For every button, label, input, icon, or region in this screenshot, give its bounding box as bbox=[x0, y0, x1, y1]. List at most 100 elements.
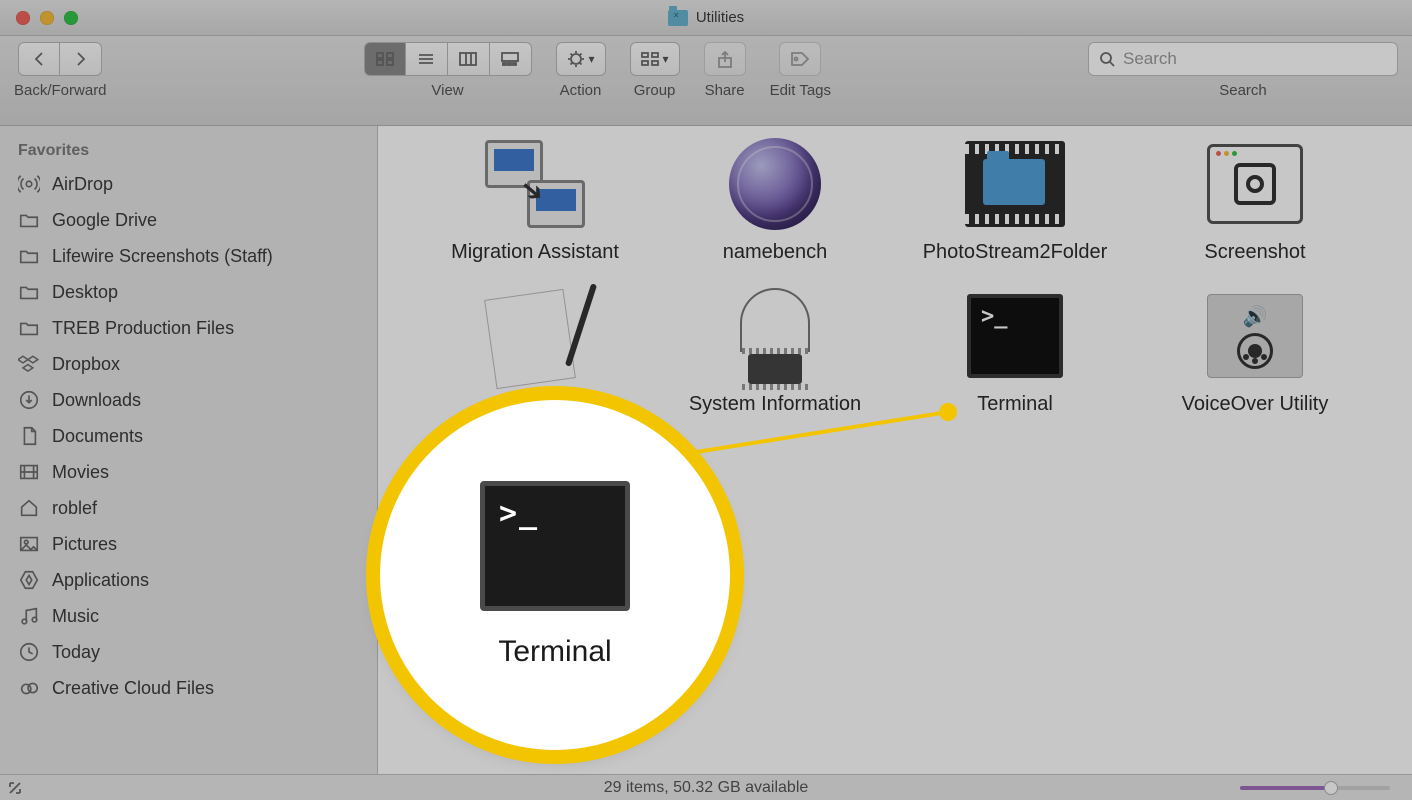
share-group: Share bbox=[704, 42, 746, 99]
sidebar-section-favorites: Favorites bbox=[0, 138, 377, 166]
sidebar-item-pictures[interactable]: Pictures bbox=[0, 526, 377, 562]
voiceover-icon: 🔊 bbox=[1207, 294, 1303, 378]
sidebar-item-desktop[interactable]: Desktop bbox=[0, 274, 377, 310]
sidebar-item-label: Creative Cloud Files bbox=[52, 678, 214, 699]
chevron-down-icon: ▾ bbox=[589, 52, 595, 66]
search-input[interactable] bbox=[1123, 49, 1387, 69]
app-label: System Information bbox=[689, 392, 861, 416]
tags-group: Edit Tags bbox=[770, 42, 831, 99]
window-controls bbox=[0, 11, 78, 25]
search-group: Search bbox=[1088, 42, 1398, 99]
app-label: Terminal bbox=[977, 392, 1053, 416]
zoom-window-button[interactable] bbox=[64, 11, 78, 25]
group-button[interactable]: ▾ bbox=[630, 42, 680, 76]
music-icon bbox=[18, 605, 40, 627]
group-label: Group bbox=[634, 82, 676, 99]
search-field[interactable] bbox=[1088, 42, 1398, 76]
app-label: namebench bbox=[723, 240, 828, 264]
forward-button[interactable] bbox=[60, 42, 102, 76]
app-system-information[interactable]: System Information bbox=[655, 290, 895, 416]
search-icon bbox=[1099, 51, 1115, 67]
app-voiceover-utility[interactable]: 🔊 VoiceOver Utility bbox=[1135, 290, 1375, 416]
sidebar-item-today[interactable]: Today bbox=[0, 634, 377, 670]
share-button[interactable] bbox=[704, 42, 746, 76]
sidebar-item-label: AirDrop bbox=[52, 174, 113, 195]
app-terminal[interactable]: Terminal bbox=[895, 290, 1135, 416]
folder-icon bbox=[18, 317, 40, 339]
action-button[interactable]: ▾ bbox=[556, 42, 606, 76]
sidebar-item-music[interactable]: Music bbox=[0, 598, 377, 634]
terminal-icon bbox=[967, 294, 1063, 378]
movies-icon bbox=[18, 461, 40, 483]
sidebar-item-label: Today bbox=[52, 642, 100, 663]
minimize-window-button[interactable] bbox=[40, 11, 54, 25]
sidebar-item-label: Music bbox=[52, 606, 99, 627]
utilities-folder-icon bbox=[668, 10, 688, 26]
screenshot-icon bbox=[1207, 144, 1303, 224]
view-icon-button[interactable] bbox=[364, 42, 406, 76]
view-column-button[interactable] bbox=[448, 42, 490, 76]
sidebar-item-applications[interactable]: Applications bbox=[0, 562, 377, 598]
documents-icon bbox=[18, 425, 40, 447]
nav-group: Back/Forward bbox=[14, 42, 107, 99]
sidebar-item-lifewire[interactable]: Lifewire Screenshots (Staff) bbox=[0, 238, 377, 274]
sidebar-item-home[interactable]: roblef bbox=[0, 490, 377, 526]
sidebar-item-movies[interactable]: Movies bbox=[0, 454, 377, 490]
sidebar-item-label: TREB Production Files bbox=[52, 318, 234, 339]
app-screenshot[interactable]: Screenshot bbox=[1135, 138, 1375, 264]
applications-icon bbox=[18, 569, 40, 591]
folder-icon bbox=[18, 209, 40, 231]
sidebar-item-creative-cloud[interactable]: Creative Cloud Files bbox=[0, 670, 377, 706]
titlebar: Utilities bbox=[0, 0, 1412, 36]
view-group: View bbox=[364, 42, 532, 99]
sidebar-item-treb[interactable]: TREB Production Files bbox=[0, 310, 377, 346]
search-label: Search bbox=[1219, 82, 1267, 99]
back-button[interactable] bbox=[18, 42, 60, 76]
app-label: Migration Assistant bbox=[451, 240, 619, 264]
app-namebench[interactable]: namebench bbox=[655, 138, 895, 264]
folder-icon bbox=[18, 245, 40, 267]
nav-label: Back/Forward bbox=[14, 82, 107, 99]
folder-icon bbox=[18, 281, 40, 303]
icon-size-slider[interactable] bbox=[1240, 786, 1390, 790]
sidebar-item-dropbox[interactable]: Dropbox bbox=[0, 346, 377, 382]
tags-label: Edit Tags bbox=[770, 82, 831, 99]
sidebar-item-label: roblef bbox=[52, 498, 97, 519]
view-list-button[interactable] bbox=[406, 42, 448, 76]
clock-icon bbox=[18, 641, 40, 663]
sidebar-item-documents[interactable]: Documents bbox=[0, 418, 377, 454]
script-editor-icon bbox=[490, 288, 580, 384]
window-body: Favorites AirDrop Google Drive Lifewire … bbox=[0, 126, 1412, 774]
sidebar-item-google-drive[interactable]: Google Drive bbox=[0, 202, 377, 238]
edit-tags-button[interactable] bbox=[779, 42, 821, 76]
downloads-icon bbox=[18, 389, 40, 411]
content-area[interactable]: ➔ Migration Assistant namebench PhotoStr… bbox=[378, 126, 1412, 774]
sidebar: Favorites AirDrop Google Drive Lifewire … bbox=[0, 126, 378, 774]
close-window-button[interactable] bbox=[16, 11, 30, 25]
airdrop-icon bbox=[18, 173, 40, 195]
action-group: ▾ Action bbox=[556, 42, 606, 99]
migration-assistant-icon: ➔ bbox=[485, 140, 585, 228]
photostream-icon bbox=[965, 141, 1065, 227]
chevron-down-icon: ▾ bbox=[663, 52, 669, 66]
group-group: ▾ Group bbox=[630, 42, 680, 99]
sidebar-item-downloads[interactable]: Downloads bbox=[0, 382, 377, 418]
app-label: VoiceOver Utility bbox=[1182, 392, 1329, 416]
sidebar-item-label: Google Drive bbox=[52, 210, 157, 231]
sidebar-item-airdrop[interactable]: AirDrop bbox=[0, 166, 377, 202]
status-text: 29 items, 50.32 GB available bbox=[0, 779, 1412, 797]
sidebar-item-label: Desktop bbox=[52, 282, 118, 303]
app-script-editor[interactable]: Script Editor bbox=[415, 290, 655, 416]
status-bar: 29 items, 50.32 GB available bbox=[0, 774, 1412, 800]
finder-window: Utilities Back/Forward bbox=[0, 0, 1412, 800]
icon-grid: ➔ Migration Assistant namebench PhotoStr… bbox=[378, 126, 1412, 416]
action-label: Action bbox=[560, 82, 602, 99]
sidebar-item-label: Downloads bbox=[52, 390, 141, 411]
app-migration-assistant[interactable]: ➔ Migration Assistant bbox=[415, 138, 655, 264]
window-title: Utilities bbox=[696, 9, 744, 26]
share-label: Share bbox=[705, 82, 745, 99]
sidebar-item-label: Documents bbox=[52, 426, 143, 447]
view-gallery-button[interactable] bbox=[490, 42, 532, 76]
sidebar-item-label: Movies bbox=[52, 462, 109, 483]
app-photostream2folder[interactable]: PhotoStream2Folder bbox=[895, 138, 1135, 264]
